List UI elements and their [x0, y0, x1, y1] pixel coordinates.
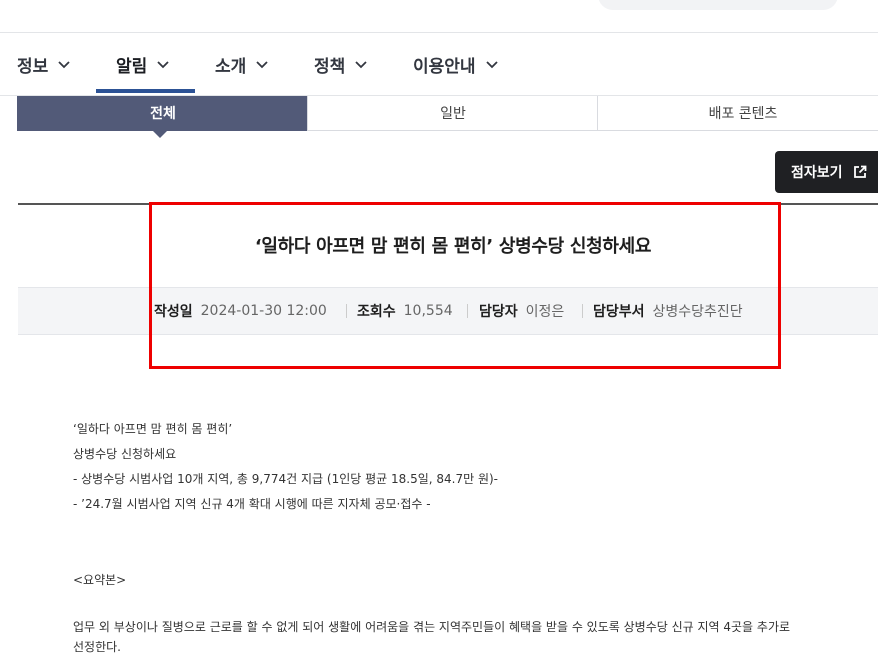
meta-value: 이정은 — [525, 304, 565, 320]
body-line: 업무 외 부상이나 질병으로 근로를 할 수 없게 되어 생활에 어려움을 겪는… — [73, 620, 791, 634]
meta-value: 상병수당추진단 — [652, 304, 743, 320]
main-navigation: 정보 알림 소개 정책 이용안내 — [0, 33, 878, 95]
meta-value: 10,554 — [403, 303, 453, 319]
category-tabs: 전체 일반 배포 콘텐츠 — [17, 96, 878, 131]
chevron-down-icon — [157, 61, 169, 69]
nav-item-label: 이용안내 — [413, 56, 476, 77]
nav-item-label: 정보 — [17, 56, 49, 77]
meta-department: 담당부서 상병수당추진단 — [593, 288, 743, 334]
body-line: <요약본> — [73, 573, 127, 587]
braille-view-button[interactable]: 점자보기 — [775, 151, 878, 193]
body-line: ‘일하다 아프면 맘 편히 몸 편히’ — [73, 422, 233, 436]
meta-value: 2024-01-30 12:00 — [200, 303, 327, 319]
tab-label: 전체 — [150, 106, 176, 122]
meta-manager: 담당자 이정은 — [479, 288, 564, 334]
meta-label: 담당부서 — [593, 304, 645, 320]
body-line: 상병수당 신청하세요 — [73, 447, 177, 461]
article-meta-bar: 작성일 2024-01-30 12:00 조회수 10,554 담당자 이정은 … — [18, 287, 878, 335]
body-line: 선정한다. — [73, 640, 121, 654]
nav-active-indicator — [96, 89, 195, 93]
tab-label: 배포 콘텐츠 — [708, 106, 778, 122]
chevron-down-icon — [355, 61, 367, 69]
meta-separator — [582, 304, 583, 318]
nav-item-guide[interactable]: 이용안내 — [413, 33, 499, 95]
external-link-icon — [853, 165, 866, 178]
active-tab-pointer — [153, 131, 167, 138]
article-top-rule — [18, 203, 878, 205]
nav-item-policy[interactable]: 정책 — [314, 33, 368, 95]
meta-label: 작성일 — [154, 304, 193, 320]
chevron-down-icon — [58, 61, 70, 69]
search-bar[interactable] — [598, 0, 838, 10]
article-title: ‘일하다 아프면 맘 편히 몸 편히’ 상병수당 신청하세요 — [254, 236, 652, 257]
braille-button-label: 점자보기 — [791, 165, 843, 181]
meta-views: 조회수 10,554 — [357, 288, 453, 334]
tab-label: 일반 — [440, 106, 466, 122]
chevron-down-icon — [485, 61, 498, 69]
meta-separator — [467, 304, 468, 318]
highlight-box — [149, 202, 781, 369]
body-line: - ’24.7월 시범사업 지역 신규 4개 확대 시행에 따른 지자체 공모·… — [73, 497, 431, 511]
nav-item-label: 알림 — [116, 56, 148, 77]
meta-separator — [346, 304, 347, 318]
nav-item-info[interactable]: 정보 — [17, 33, 71, 95]
tab-all[interactable]: 전체 — [17, 96, 309, 131]
meta-label: 담당자 — [479, 304, 518, 320]
body-line: - 상병수당 시범사업 10개 지역, 총 9,774건 지급 (1인당 평균 … — [73, 472, 499, 486]
chevron-down-icon — [256, 61, 268, 69]
nav-item-about[interactable]: 소개 — [215, 33, 269, 95]
nav-item-label: 정책 — [314, 56, 346, 77]
tab-distribution-content[interactable]: 배포 콘텐츠 — [597, 96, 878, 131]
nav-item-notice[interactable]: 알림 — [116, 33, 170, 95]
tab-general[interactable]: 일반 — [307, 96, 599, 131]
meta-date: 작성일 2024-01-30 12:00 — [154, 288, 327, 334]
nav-item-label: 소개 — [215, 56, 247, 77]
meta-label: 조회수 — [357, 304, 396, 320]
